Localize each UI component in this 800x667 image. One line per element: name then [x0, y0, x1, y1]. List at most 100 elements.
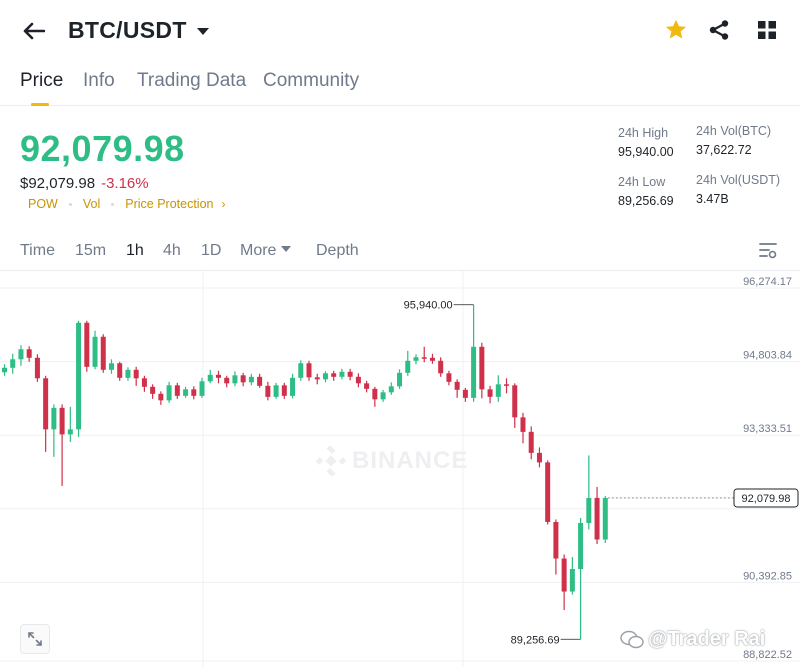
separator-dot — [68, 202, 72, 206]
candle-body — [92, 336, 98, 367]
last-price-tag-label: 92,079.98 — [742, 493, 791, 505]
candle-body — [536, 452, 542, 463]
candle-body — [413, 357, 419, 361]
fullscreen-button[interactable] — [20, 624, 50, 654]
credit-watermark: @Trader Rai — [620, 628, 765, 651]
y-axis-tick-label: 94,803.84 — [743, 350, 792, 362]
fiat-price: $92,079.98 — [20, 175, 96, 192]
interval-bar: Time 15m 1h 4h 1D More Depth — [0, 236, 800, 270]
candle-body — [191, 389, 197, 396]
tag-vol[interactable]: Vol — [83, 197, 100, 211]
price-subline: $92,079.98 -3.16% — [20, 175, 149, 192]
candle-body — [133, 369, 139, 379]
candle-body — [586, 497, 592, 523]
candle-body — [67, 429, 73, 435]
candle-body — [199, 381, 205, 396]
interval-more-label: More — [240, 242, 277, 259]
interval-1d[interactable]: 1D — [201, 242, 221, 260]
interval-depth[interactable]: Depth — [316, 242, 359, 260]
back-button[interactable] — [18, 16, 50, 46]
candle-body — [429, 357, 435, 361]
low-value: 89,256.69 — [618, 194, 674, 208]
expand-icon — [28, 632, 42, 646]
separator-dot — [111, 202, 115, 206]
candle-body — [215, 374, 221, 378]
candle-body — [602, 497, 608, 540]
tab-community[interactable]: Community — [263, 70, 359, 92]
low-label: 24h Low — [618, 175, 666, 189]
tag-pow[interactable]: POW — [28, 197, 58, 211]
candle-body — [504, 384, 510, 386]
candle-body — [43, 378, 49, 430]
candle-body — [248, 376, 254, 383]
interval-15m[interactable]: 15m — [75, 242, 106, 260]
candle-body — [347, 371, 353, 377]
y-axis-tick-label: 96,274.17 — [743, 276, 792, 288]
chat-bubble-icon — [620, 630, 644, 648]
candle-body — [18, 349, 24, 360]
top-bar: BTC/USDT — [0, 0, 800, 62]
candle-body — [578, 522, 584, 570]
candle-body — [59, 407, 65, 435]
candle-body — [339, 371, 345, 377]
tag-price-protection[interactable]: Price Protection — [125, 197, 213, 211]
chart-settings-button[interactable] — [758, 240, 780, 262]
watermark-text: BINANCE — [352, 447, 469, 474]
favorite-button[interactable] — [663, 16, 689, 44]
low-marker-label: 89,256.69 — [511, 634, 560, 646]
candle-body — [561, 558, 567, 592]
candle-body — [10, 359, 16, 368]
candle-body — [528, 431, 534, 453]
vol-usdt-value: 3.47B — [696, 192, 729, 206]
brand-watermark: BINANCE — [316, 446, 468, 476]
pair-name: BTC/USDT — [68, 17, 187, 43]
candle-body — [397, 372, 403, 387]
high-label: 24h High — [618, 126, 669, 140]
layout-button[interactable] — [754, 16, 780, 44]
candle-body — [76, 322, 82, 430]
tab-info[interactable]: Info — [83, 70, 115, 92]
high-marker-label: 95,940.00 — [404, 300, 453, 312]
candle-body — [569, 569, 575, 592]
interval-4h[interactable]: 4h — [163, 242, 181, 260]
candle-body — [512, 385, 518, 418]
candle-body — [306, 363, 312, 378]
candle-body — [421, 357, 427, 359]
candle-body — [207, 374, 213, 382]
candle-body — [84, 322, 90, 367]
active-tab-indicator — [31, 103, 49, 106]
candle-body — [487, 389, 493, 397]
tab-price[interactable]: Price — [20, 70, 63, 92]
share-button[interactable] — [706, 16, 732, 44]
last-price: 92,079.98 — [20, 128, 185, 169]
y-axis-tick-label: 93,333.51 — [743, 423, 792, 435]
interval-more[interactable]: More — [240, 242, 292, 260]
candle-body — [495, 384, 501, 397]
candle-body — [26, 349, 32, 358]
arrow-left-icon — [23, 22, 45, 40]
tab-trading-data[interactable]: Trading Data — [137, 70, 246, 92]
candle-body — [388, 386, 394, 393]
candle-body — [150, 386, 156, 394]
star-icon — [666, 19, 686, 39]
binance-logo-icon — [316, 446, 346, 476]
chevron-down-icon — [196, 28, 209, 35]
candle-body — [471, 346, 477, 398]
candle-body — [257, 376, 263, 386]
candle-body — [331, 373, 337, 377]
candle-body — [290, 377, 296, 396]
candle-body — [174, 385, 180, 396]
candle-body — [322, 373, 328, 380]
interval-time[interactable]: Time — [20, 242, 55, 260]
candle-body — [265, 385, 271, 397]
candle-body — [108, 363, 114, 370]
candle-body — [224, 377, 230, 384]
candle-body — [51, 407, 57, 430]
candle-body — [462, 389, 468, 398]
pair-selector[interactable]: BTC/USDT — [68, 17, 209, 44]
interval-1h[interactable]: 1h — [126, 242, 144, 260]
candle-body — [273, 385, 279, 397]
tag-row: POW Vol Price Protection › — [28, 197, 225, 211]
candle-body — [166, 385, 172, 401]
high-value: 95,940.00 — [618, 145, 674, 159]
